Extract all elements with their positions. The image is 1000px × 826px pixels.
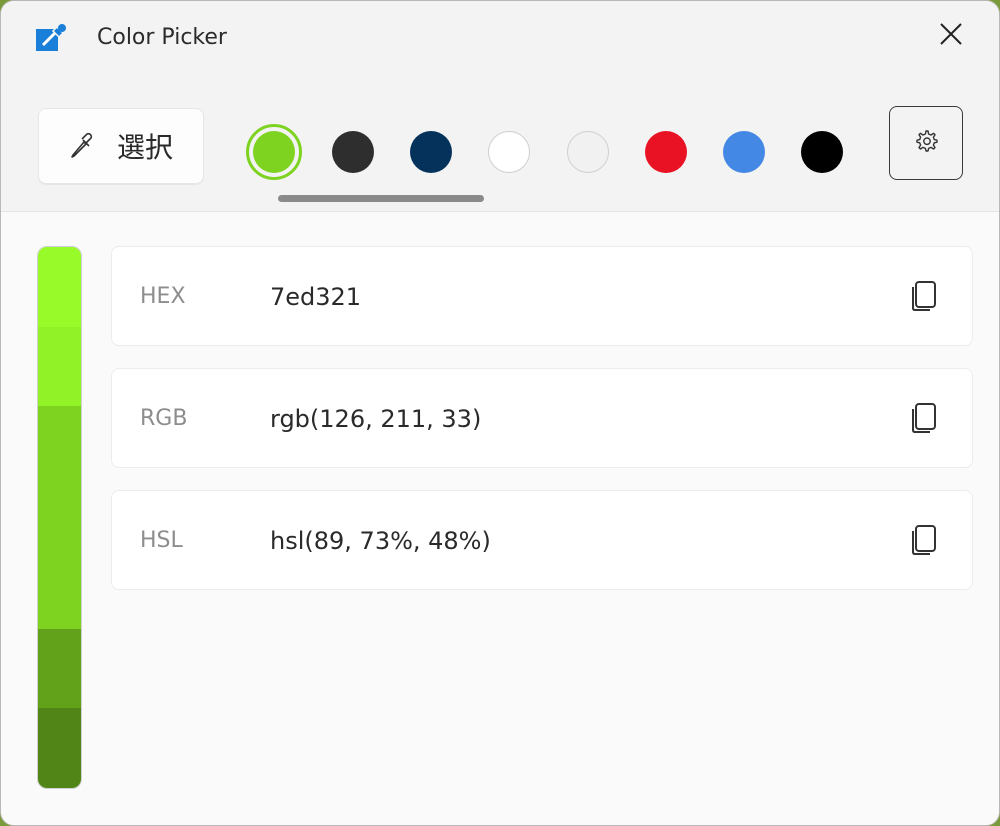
color-picker-window: Color Picker 選択 HEX 7ed321 RGB rgb(126, …: [0, 0, 1000, 826]
title-bar: Color Picker 選択: [1, 1, 999, 212]
format-value: hsl(89, 73%, 48%): [270, 527, 491, 555]
format-label: RGB: [140, 406, 188, 431]
copy-hex-button[interactable]: [908, 281, 942, 315]
format-label: HEX: [140, 284, 186, 309]
select-button-label: 選択: [116, 131, 173, 164]
swatch-dark-gray[interactable]: [332, 131, 374, 173]
hex-row: HEX 7ed321: [111, 246, 973, 346]
eyedropper-icon: [69, 129, 97, 163]
format-value: rgb(126, 211, 33): [270, 405, 482, 433]
swatch-red[interactable]: [645, 131, 687, 173]
swatch-white[interactable]: [488, 131, 530, 173]
swatch-navy[interactable]: [410, 131, 452, 173]
swatch-light-gray[interactable]: [567, 131, 609, 173]
hsl-row: HSL hsl(89, 73%, 48%): [111, 490, 973, 590]
close-icon: [939, 22, 963, 50]
select-color-button[interactable]: 選択: [38, 108, 204, 184]
eyedropper-app-icon: [35, 23, 69, 53]
rgb-row: RGB rgb(126, 211, 33): [111, 368, 973, 468]
copy-rgb-button[interactable]: [908, 403, 942, 437]
copy-icon: [910, 523, 940, 561]
swatch-black[interactable]: [801, 131, 843, 173]
settings-button[interactable]: [889, 106, 963, 180]
swatches-scrollbar[interactable]: [278, 195, 484, 202]
swatch-green[interactable]: [246, 124, 302, 180]
gear-icon: [910, 125, 942, 161]
copy-icon: [910, 401, 940, 439]
close-button[interactable]: [927, 15, 975, 57]
swatch-blue[interactable]: [723, 131, 765, 173]
format-label: HSL: [140, 528, 183, 553]
shade-segment[interactable]: [38, 326, 81, 407]
shade-segment[interactable]: [38, 708, 81, 788]
shade-bar: [37, 246, 82, 789]
format-value: 7ed321: [270, 283, 362, 311]
copy-icon: [910, 279, 940, 317]
shade-segment[interactable]: [38, 628, 81, 709]
shade-segment[interactable]: [38, 406, 81, 629]
shade-segment[interactable]: [38, 247, 81, 327]
copy-hsl-button[interactable]: [908, 525, 942, 559]
window-title: Color Picker: [97, 25, 227, 50]
